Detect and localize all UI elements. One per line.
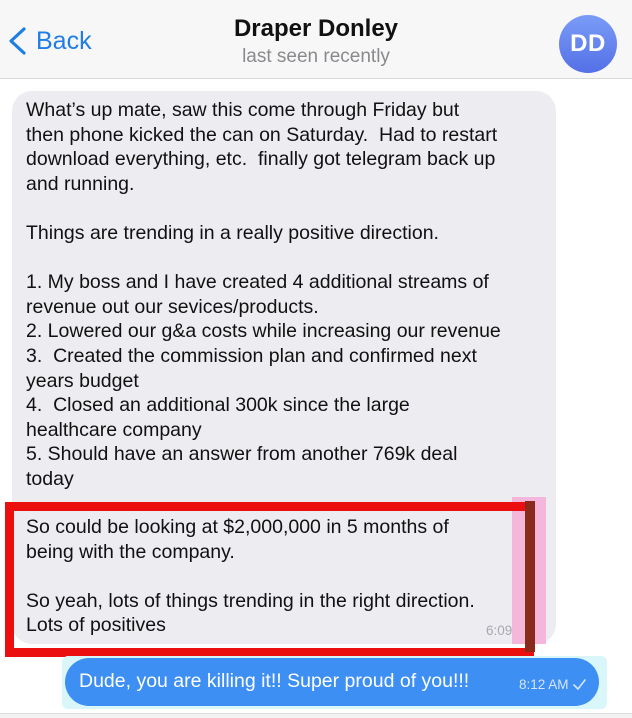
incoming-message-text: What’s up mate, saw this come through Fr… [26, 99, 501, 490]
highlight-brown-strip [525, 501, 535, 652]
outgoing-message-time: 8:12 AM [519, 677, 569, 692]
avatar[interactable]: DD [559, 15, 617, 73]
chat-header: Back Draper Donley last seen recently DD [0, 0, 632, 79]
contact-title[interactable]: Draper Donley last seen recently [0, 14, 632, 69]
checkmark-icon [572, 679, 586, 690]
highlight-red-box [5, 502, 534, 657]
outgoing-message-bubble[interactable]: Dude, you are killing it!! Super proud o… [65, 658, 599, 706]
outgoing-message-meta: 8:12 AM [519, 677, 586, 692]
chat-screen: Back Draper Donley last seen recently DD… [0, 0, 632, 718]
contact-status: last seen recently [242, 46, 390, 67]
bottom-divider [0, 713, 632, 718]
outgoing-message-text: Dude, you are killing it!! Super proud o… [79, 670, 470, 692]
contact-name: Draper Donley [233, 15, 399, 42]
